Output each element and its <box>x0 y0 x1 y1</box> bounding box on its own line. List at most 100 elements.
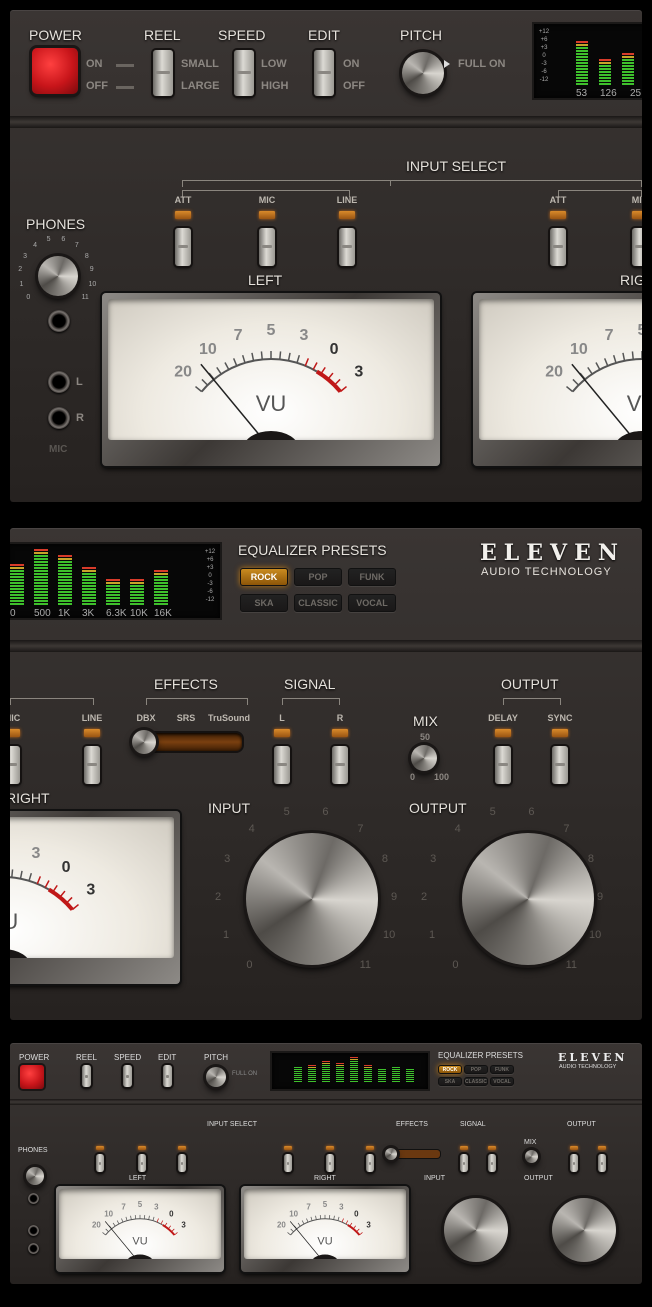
preset-vocal-button[interactable]: VOCAL <box>348 594 396 612</box>
edit-switch[interactable] <box>314 50 334 96</box>
input-knob-label: INPUT <box>424 1175 445 1182</box>
eq-bar-segment <box>622 68 634 70</box>
preset-rock-button[interactable]: ROCK <box>438 1065 462 1074</box>
power-button[interactable] <box>32 48 78 94</box>
mic-r-jack[interactable] <box>28 1243 39 1254</box>
eq-bar-segment <box>34 600 48 602</box>
mic-l-jack[interactable] <box>28 1225 39 1236</box>
mix-knob[interactable] <box>525 1150 538 1163</box>
eq-bar-segment <box>622 80 634 82</box>
knob-scale-label: 6 <box>322 806 329 819</box>
toggle-switch[interactable] <box>488 1154 496 1172</box>
mic-left-switch[interactable] <box>259 228 275 266</box>
preset-funk-button[interactable]: FUNK <box>490 1065 514 1074</box>
phones-jack[interactable] <box>28 1193 39 1204</box>
vu-meter-right: 201075303VU <box>473 293 642 467</box>
signal-l-switch[interactable] <box>274 746 290 784</box>
toggle-switch[interactable] <box>570 1154 578 1172</box>
toggle-switch[interactable] <box>138 1154 146 1172</box>
power-on-icon <box>116 86 134 89</box>
presets-title: EQUALIZER PRESETS <box>238 542 387 558</box>
preset-vocal-button[interactable]: VOCAL <box>490 1077 514 1086</box>
eq-bar-segment <box>294 1073 302 1074</box>
vu-tick <box>306 1218 309 1223</box>
vu-tick <box>125 1216 128 1221</box>
led <box>84 729 100 737</box>
eq-bar-segment <box>34 570 48 572</box>
eq-bar-segment <box>34 567 48 569</box>
reel-switch[interactable] <box>82 1065 91 1087</box>
vu-scale-label: 7 <box>605 327 614 344</box>
mic-r-jack[interactable] <box>48 407 70 429</box>
eq-bar-segment <box>322 1065 330 1066</box>
effects-slider-handle[interactable] <box>385 1148 397 1160</box>
mic-l-jack[interactable] <box>48 371 70 393</box>
power-off-label: OFF <box>86 80 108 92</box>
vu-needle-hub <box>311 1254 339 1273</box>
preset-pop-button[interactable]: POP <box>464 1065 488 1074</box>
eq-bar-segment <box>308 1075 316 1076</box>
eq-bar-segment <box>622 71 634 73</box>
line-left-switch[interactable] <box>339 228 355 266</box>
vu-tick <box>297 1222 301 1227</box>
right-meter-label: RIGHT <box>620 272 642 288</box>
preset-classic-button[interactable]: CLASSIC <box>464 1077 488 1086</box>
edit-switch[interactable] <box>163 1065 172 1087</box>
eq-bar-segment <box>10 591 24 593</box>
speed-switch[interactable] <box>234 50 254 96</box>
mix-100-label: 100 <box>434 772 450 782</box>
power-button[interactable] <box>20 1065 44 1089</box>
toggle-switch[interactable] <box>598 1154 606 1172</box>
signal-r-switch[interactable] <box>332 746 348 784</box>
eq-display-top: +12 +6 +3 0 -3 -6 -12 53 126 25 <box>532 22 642 100</box>
att-right-switch[interactable] <box>550 228 566 266</box>
output-knob[interactable] <box>462 833 594 965</box>
toggle-switch[interactable] <box>178 1154 186 1172</box>
vu-tick <box>304 358 310 367</box>
input-knob[interactable] <box>246 833 378 965</box>
mix-label: MIX <box>413 713 438 729</box>
output-knob[interactable] <box>552 1198 616 1262</box>
effects-slider-handle[interactable] <box>132 730 156 754</box>
preset-ska-button[interactable]: SKA <box>240 594 288 612</box>
eq-freq-label: 3K <box>82 608 95 619</box>
knob-scale-label: 1 <box>428 928 436 941</box>
eq-bar-segment <box>82 600 96 602</box>
toggle-switch[interactable] <box>366 1154 374 1172</box>
mic-right-switch[interactable] <box>632 228 642 266</box>
delay-switch[interactable] <box>495 746 511 784</box>
line-right-switch[interactable] <box>84 746 100 784</box>
speed-switch[interactable] <box>123 1065 132 1087</box>
preset-classic-button[interactable]: CLASSIC <box>294 594 342 612</box>
vu-tick <box>19 870 23 879</box>
sync-switch[interactable] <box>552 746 568 784</box>
vu-scale-arc <box>47 887 74 911</box>
toggle-switch[interactable] <box>96 1154 104 1172</box>
reel-large-label: LARGE <box>181 80 220 92</box>
reel-switch[interactable] <box>153 50 173 96</box>
vu-tick <box>116 1220 120 1225</box>
eq-bar-segment <box>10 585 24 587</box>
att-left-switch[interactable] <box>175 228 191 266</box>
mic-right-switch[interactable] <box>10 746 20 784</box>
pitch-knob[interactable] <box>402 52 444 94</box>
eq-bar-segment <box>350 1061 358 1062</box>
preset-ska-button[interactable]: SKA <box>438 1077 462 1086</box>
input-knob[interactable] <box>444 1198 508 1262</box>
eq-freq-label: 53 <box>576 88 588 99</box>
toggle-switch[interactable] <box>460 1154 468 1172</box>
preset-rock-button[interactable]: ROCK <box>240 568 288 586</box>
phones-knob[interactable] <box>26 1167 44 1185</box>
knob-scale-label: 11 <box>359 959 371 972</box>
preset-funk-button[interactable]: FUNK <box>348 568 396 586</box>
phones-jack[interactable] <box>48 310 70 332</box>
att-right-label: ATT <box>549 195 567 205</box>
vu-scale-label: 3 <box>31 845 40 862</box>
toggle-switch[interactable] <box>284 1154 292 1172</box>
mix-knob[interactable] <box>411 745 437 771</box>
pitch-knob[interactable] <box>206 1067 226 1087</box>
preset-pop-button[interactable]: POP <box>294 568 342 586</box>
edit-label: EDIT <box>158 1053 177 1062</box>
eq-bar-segment <box>364 1073 372 1074</box>
toggle-switch[interactable] <box>326 1154 334 1172</box>
